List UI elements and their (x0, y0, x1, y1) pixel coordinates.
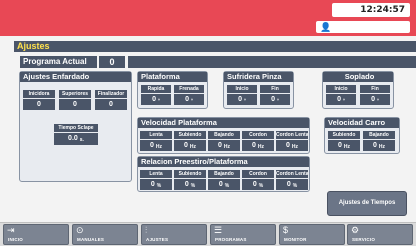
panel-soplado: Soplado Inicio 0º Fin 0º (322, 71, 394, 109)
nav-label: MONITOR (284, 237, 307, 242)
inicio-value[interactable]: 0º (227, 94, 257, 105)
inicio-value[interactable]: 0º (326, 94, 356, 105)
subiendo-label: Subiendo (174, 170, 206, 178)
superiores-value[interactable]: 0 (59, 99, 91, 110)
fin-value[interactable]: 0º (360, 94, 390, 105)
superiores-label: Superiores (59, 90, 91, 98)
nav-label: PROGRAMAS (215, 237, 247, 242)
bajando-value[interactable]: 0 Hz (363, 140, 395, 151)
bajando-label: Bajando (208, 170, 240, 178)
rapida-value[interactable]: 0º (141, 94, 171, 105)
lenta-value[interactable]: 0% (140, 179, 172, 190)
dollar-icon: $ (283, 225, 289, 235)
page-title: Ajustes (14, 41, 416, 52)
fin-label: Fin (360, 85, 390, 93)
lenta-label: Lenta (140, 170, 172, 178)
inicidora-value[interactable]: 0 (23, 99, 55, 110)
cordon-lenta-label: Cordon Lenta (276, 170, 308, 178)
subiendo-label: Subiendo (174, 131, 206, 139)
panel-title: Plataforma (138, 72, 207, 82)
panel-plataforma: Plataforma Rapida 0º Frenada 0º (137, 71, 208, 109)
panel-velocidad-carro: Velocidad Carro Subiendo 0 Hz Bajando 0 Hz (324, 117, 400, 154)
panel-relacion-preestiro: Relacion Preestiro/Plataforma Lenta 0% S… (137, 156, 310, 192)
clock: 12:24:57 (332, 3, 410, 17)
nav-inicio-button[interactable]: ⇥ INICIO (3, 224, 69, 245)
panel-title: Velocidad Plataforma (138, 118, 309, 128)
nav-servicio-button[interactable]: ⚙ SERVICIO (347, 224, 413, 245)
user-icon: 👤 (320, 22, 332, 32)
cordon-label: Cordon (242, 131, 274, 139)
bajando-label: Bajando (208, 131, 240, 139)
panel-title: Relacion Preestiro/Plataforma (138, 157, 309, 167)
finalizador-label: Finalizador (95, 90, 127, 98)
subiendo-value[interactable]: 0 Hz (328, 140, 360, 151)
rapida-label: Rapida (141, 85, 171, 93)
cordon-value[interactable]: 0 Hz (242, 140, 274, 151)
user-field[interactable]: 👤 (316, 21, 410, 33)
lenta-label: Lenta (140, 131, 172, 139)
ajustes-de-tiempos-button[interactable]: Ajustes de Tiempos (327, 191, 407, 216)
panel-title: Velocidad Carro (325, 118, 399, 128)
panel-sufridera-pinza: Sufridera Pinza Inicio 0º Fin 0º (223, 71, 294, 109)
cordon-label: Cordon (242, 170, 274, 178)
manual-icon: ⊙ (76, 225, 84, 235)
bajando-label: Bajando (363, 131, 395, 139)
bottom-nav: ⇥ INICIO ⊙ MANUALES ⫶ AJUSTES ☰ PROGRAMA… (0, 222, 416, 246)
tiempo-sclape-value[interactable]: 0.0 s. (54, 133, 98, 145)
panel-title: Sufridera Pinza (224, 72, 293, 82)
panel-ajustes-enfardado: Ajustes Enfardado Inicidora 0 Superiores… (19, 71, 132, 182)
bajando-value[interactable]: 0% (208, 179, 240, 190)
fin-label: Fin (260, 85, 290, 93)
programa-actual-value[interactable]: 0 (99, 56, 125, 68)
frenada-value[interactable]: 0º (174, 94, 204, 105)
fin-value[interactable]: 0º (260, 94, 290, 105)
panel-title: Soplado (323, 72, 393, 82)
gear-icon: ⚙ (351, 225, 360, 235)
sliders-icon: ⫶ (145, 225, 148, 235)
inicio-label: Inicio (326, 85, 356, 93)
nav-label: SERVICIO (352, 237, 376, 242)
subiendo-label: Subiendo (328, 131, 360, 139)
frenada-label: Frenada (174, 85, 204, 93)
programa-strip (128, 56, 416, 68)
nav-programas-button[interactable]: ☰ PROGRAMAS (210, 224, 276, 245)
subiendo-value[interactable]: 0 Hz (174, 140, 206, 151)
cordon-lenta-value[interactable]: 0 Hz (276, 140, 308, 151)
inicidora-label: Inicidora (23, 90, 55, 98)
panel-velocidad-plataforma: Velocidad Plataforma Lenta 0 Hz Subiendo … (137, 117, 310, 154)
tiempo-sclape-label: Tiempo Sclape (54, 124, 98, 132)
cordon-value[interactable]: 0% (242, 179, 274, 190)
top-bar: 12:24:57 👤 (0, 0, 416, 36)
inicio-label: Inicio (227, 85, 257, 93)
nav-label: AJUSTES (146, 237, 169, 242)
list-icon: ☰ (214, 225, 223, 235)
cordon-lenta-label: Cordon Lenta (276, 131, 308, 139)
nav-ajustes-button[interactable]: ⫶ AJUSTES (141, 224, 207, 245)
nav-monitor-button[interactable]: $ MONITOR (279, 224, 345, 245)
subiendo-value[interactable]: 0% (174, 179, 206, 190)
panel-title: Ajustes Enfardado (20, 72, 131, 82)
cordon-lenta-value[interactable]: 0% (276, 179, 308, 190)
programa-actual-label: Programa Actual (20, 56, 97, 68)
nav-label: INICIO (8, 237, 23, 242)
exit-icon: ⇥ (7, 225, 15, 235)
nav-label: MANUALES (77, 237, 105, 242)
nav-manuales-button[interactable]: ⊙ MANUALES (72, 224, 138, 245)
lenta-value[interactable]: 0 Hz (140, 140, 172, 151)
bajando-value[interactable]: 0 Hz (208, 140, 240, 151)
finalizador-value[interactable]: 0 (95, 99, 127, 110)
